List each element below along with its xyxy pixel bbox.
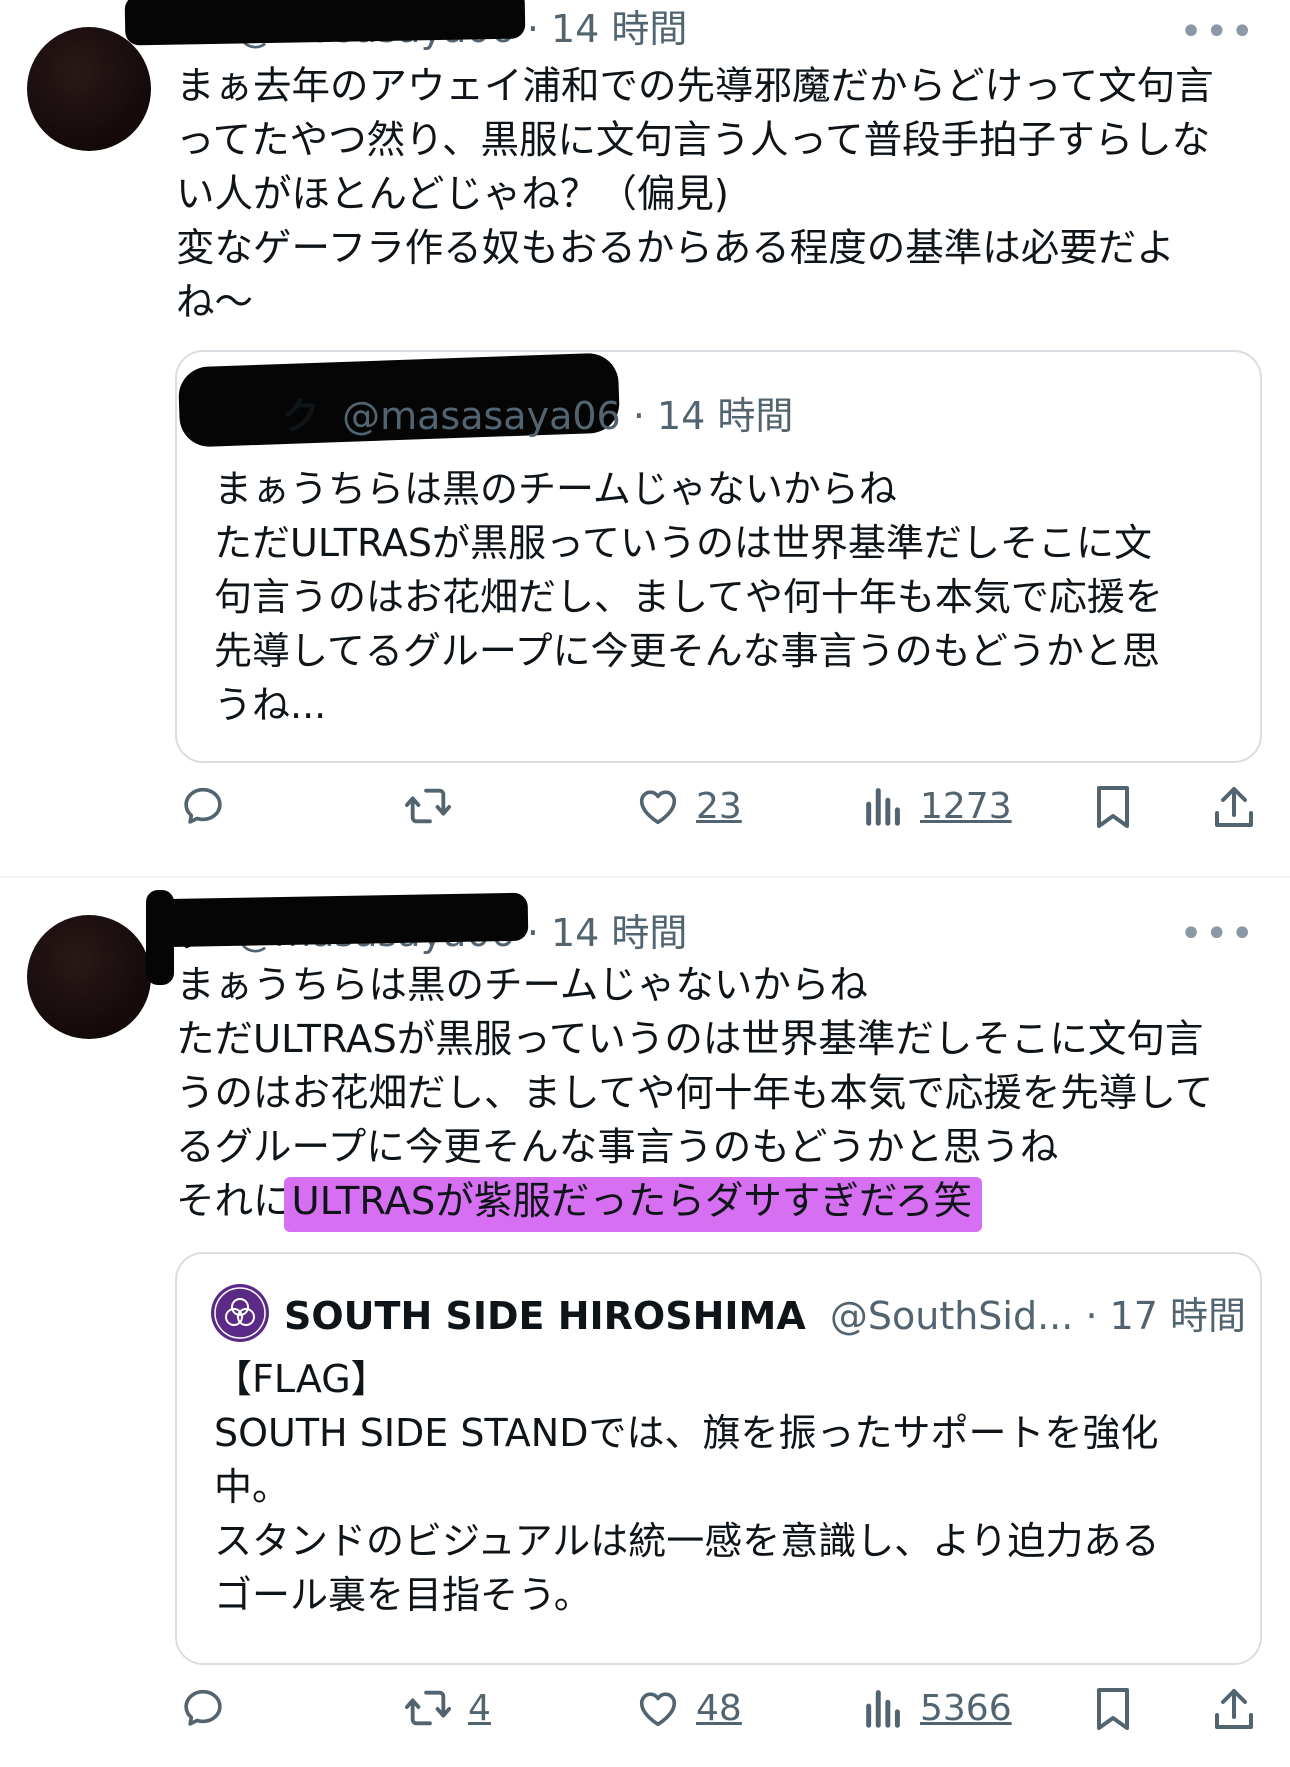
quoted-text-line: SOUTH SIDE STANDでは、旗を振ったサポートを強化: [214, 1411, 1159, 1455]
retweet-icon: [404, 788, 451, 824]
like-button[interactable]: 23: [634, 783, 742, 829]
views-button[interactable]: 5366: [862, 1685, 1012, 1731]
redaction-mark: [147, 892, 529, 948]
reply-icon: [184, 1689, 222, 1726]
quoted-author-name: SOUTH SIDE HIROSHIMA: [284, 1294, 806, 1338]
tweet-text-line: うのはお花畑だし、ましてや何十年も本気で応援を先導して: [176, 1071, 1214, 1116]
quoted-text-line: スタンドのビジュアルは統一感を意識し、より迫力ある: [214, 1519, 1160, 1563]
tweet-text: まぁうちらは黒のチームじゃないからね ただULTRASが黒服っていうのは世界基準…: [176, 959, 1256, 1232]
quoted-tweet-time: · 14 時間: [632, 394, 794, 438]
action-bar: 23 1273: [0, 783, 1290, 843]
like-icon: [639, 1692, 677, 1727]
tweet-text-line: まぁ去年のアウェイ浦和での先導邪魔だからどけって文句言: [176, 64, 1214, 109]
quoted-header: ク @masasaya06 · 14 時間: [282, 397, 793, 435]
divider: [0, 876, 1290, 878]
views-button[interactable]: 1273: [862, 783, 1012, 829]
quoted-text: まぁうちらは黒のチームじゃないからね ただULTRASが黒服っていうのは世界基準…: [214, 462, 1163, 732]
share-icon: [1215, 1689, 1253, 1729]
bookmark-icon: [1097, 786, 1129, 828]
like-button[interactable]: 48: [634, 1685, 742, 1731]
tweet-text-line: ってたやつ然り、黒服に文句言う人って普段手拍子すらしな: [176, 118, 1211, 163]
tweet[interactable]: ク @masasaya06 · 14 時間 ••• まぁうちらは黒のチームじゃな…: [0, 880, 1290, 1767]
quoted-text-line: ただULTRASが黒服っていうのは世界基準だしそこに文: [214, 521, 1153, 565]
retweet-icon: [404, 1690, 451, 1726]
views-icon: [866, 1690, 900, 1728]
tweet-text-line: ね〜: [176, 280, 254, 325]
views-icon: [866, 788, 900, 826]
tweet-text-line: それにULTRASが紫服だったらダサすぎだろ笑: [176, 1175, 1256, 1232]
more-icon[interactable]: •••: [1179, 12, 1256, 52]
share-button[interactable]: [1212, 783, 1256, 831]
share-button[interactable]: [1212, 1685, 1256, 1733]
quoted-tweet[interactable]: ク @masasaya06 · 14 時間 まぁうちらは黒のチームじゃないからね…: [175, 350, 1262, 763]
retweet-button[interactable]: 4: [402, 1685, 491, 1731]
quoted-tweet-time: · 17 時間: [1085, 1294, 1247, 1338]
like-icon: [639, 790, 677, 825]
quoted-header: SOUTH SIDE HIROSHIMA @SouthSid... · 17 時…: [284, 1297, 1246, 1335]
quoted-text-line: 【FLAG】: [214, 1357, 389, 1401]
like-count: 48: [696, 1687, 742, 1729]
quoted-text-line: 先導してるグループに今更そんな事言うのもどうかと思: [214, 629, 1160, 673]
tweet-text-line: まぁうちらは黒のチームじゃないからね: [176, 963, 868, 1008]
more-icon[interactable]: •••: [1179, 914, 1256, 954]
reply-button[interactable]: [180, 1685, 240, 1731]
avatar[interactable]: [27, 915, 151, 1039]
quoted-text-line: 句言うのはお花畑だし、ましてや何十年も本気で応援を: [214, 575, 1163, 619]
quoted-text-line: 中。: [214, 1465, 291, 1509]
bookmark-icon: [1097, 1688, 1129, 1730]
retweet-count: 4: [468, 1687, 491, 1729]
quoted-text-line: ゴール裏を目指そう。: [214, 1573, 592, 1617]
tweet-text-line: 変なゲーフラ作る奴もおるからある程度の基準は必要だよ: [176, 226, 1175, 271]
tweet-text-line: るグループに今更そんな事言うのもどうかと思うね: [176, 1125, 1059, 1170]
action-bar: 4 48 5366: [0, 1685, 1290, 1745]
tweet-text-line: ただULTRASが黒服っていうのは世界基準だしそこに文句言: [176, 1017, 1204, 1062]
avatar[interactable]: [27, 27, 151, 151]
tweet-text-line: い人がほとんどじゃね？（偏見): [176, 172, 729, 217]
south-side-hiroshima-logo: [211, 1284, 269, 1342]
quoted-author-name: ク: [282, 394, 321, 438]
redaction-mark: [146, 890, 174, 985]
reply-button[interactable]: [180, 783, 240, 829]
logo-emblem-icon: [214, 1287, 266, 1339]
views-count: 1273: [920, 785, 1012, 827]
like-count: 23: [696, 785, 742, 827]
tweet-time[interactable]: · 14 時間: [527, 7, 688, 51]
quoted-text: 【FLAG】 SOUTH SIDE STANDでは、旗を振ったサポートを強化 中…: [214, 1352, 1159, 1622]
quoted-author-handle: @masasaya06: [342, 394, 621, 438]
share-icon: [1215, 787, 1253, 827]
bookmark-button[interactable]: [1093, 783, 1133, 831]
bookmark-button[interactable]: [1093, 1685, 1133, 1733]
quoted-author-handle: @SouthSid...: [829, 1294, 1074, 1338]
redaction-mark: [124, 0, 526, 46]
reply-icon: [184, 787, 222, 824]
retweet-button[interactable]: [402, 783, 468, 829]
tweet-text: まぁ去年のアウェイ浦和での先導邪魔だからどけって文句言 ってたやつ然り、黒服に文…: [176, 60, 1256, 330]
quoted-text-line: まぁうちらは黒のチームじゃないからね: [214, 467, 897, 511]
views-count: 5366: [920, 1687, 1012, 1729]
tweet-text-prefix: それに: [176, 1179, 292, 1224]
quoted-text-line: うね...: [214, 683, 327, 727]
quoted-tweet[interactable]: SOUTH SIDE HIROSHIMA @SouthSid... · 17 時…: [175, 1252, 1262, 1665]
tweet-time[interactable]: · 14 時間: [527, 911, 688, 955]
tweet[interactable]: ク @masasaya06 · 14 時間 ••• まぁ去年のアウェイ浦和での先…: [0, 0, 1290, 877]
highlighted-text: ULTRASが紫服だったらダサすぎだろ笑: [283, 1177, 983, 1232]
